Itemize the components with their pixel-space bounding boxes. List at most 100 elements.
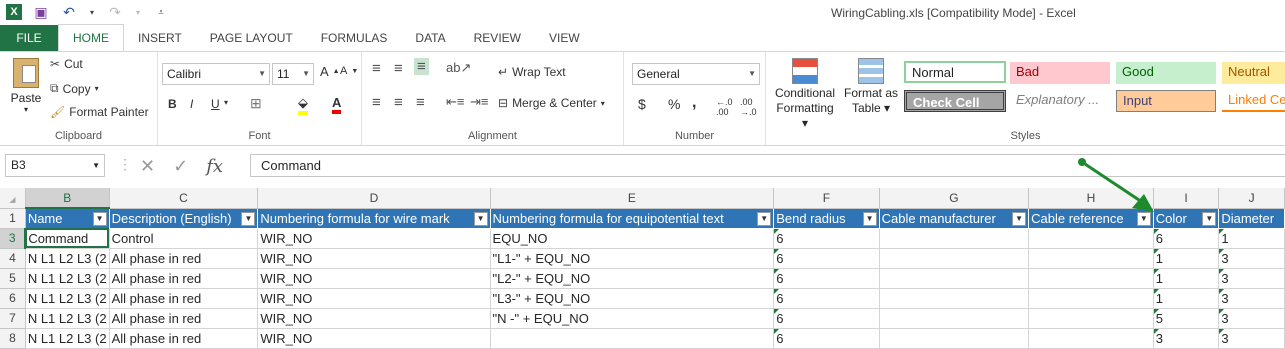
cell[interactable]: 3	[1218, 328, 1285, 349]
cell[interactable]	[879, 248, 1030, 269]
format-painter-button[interactable]: 🖌 Format Painter	[50, 105, 149, 119]
cell-b3[interactable]: Command	[25, 228, 110, 249]
increase-indent-icon[interactable]: ⇥≡	[470, 94, 488, 110]
name-box[interactable]: B3 ▼	[5, 154, 105, 177]
cell[interactable]	[1028, 268, 1154, 289]
cell[interactable]: 3	[1218, 268, 1285, 289]
style-explanatory[interactable]: Explanatory ...	[1010, 90, 1110, 112]
cell[interactable]: 1	[1218, 228, 1285, 249]
cell[interactable]	[490, 328, 775, 349]
filter-dropdown-icon[interactable]: ▼	[1202, 211, 1217, 226]
column-header-d[interactable]: D	[257, 188, 491, 209]
row-header-4[interactable]: 4	[0, 248, 26, 269]
cell[interactable]: N L1 L2 L3 (2	[25, 268, 110, 289]
tab-home[interactable]: HOME	[58, 24, 124, 51]
cell[interactable]: "L1-" + EQU_NO	[490, 248, 775, 269]
copy-button[interactable]: ⧉ Copy ▾	[50, 81, 99, 96]
redo-icon[interactable]: ↷	[106, 3, 124, 21]
align-right-icon[interactable]: ≡	[416, 94, 425, 111]
cell[interactable]: WIR_NO	[257, 328, 491, 349]
cell[interactable]: WIR_NO	[257, 268, 491, 289]
font-name-combo[interactable]: Calibri ▼	[162, 63, 270, 85]
cell[interactable]: All phase in red	[109, 288, 259, 309]
column-header-f[interactable]: F	[773, 188, 880, 209]
decrease-indent-icon[interactable]: ⇤≡	[446, 94, 464, 110]
paste-button[interactable]: Paste ▾	[8, 58, 44, 114]
column-header-i[interactable]: I	[1153, 188, 1220, 209]
cell[interactable]: 1	[1153, 288, 1220, 309]
bottom-align-icon[interactable]: ≡	[414, 58, 429, 75]
cell[interactable]: 3	[1218, 248, 1285, 269]
increase-decimal-icon[interactable]: ←.0.00	[716, 97, 733, 117]
row-header-1[interactable]: 1	[0, 208, 26, 229]
style-normal[interactable]: Normal	[904, 61, 1006, 83]
decrease-font-button[interactable]: A ▼	[340, 65, 358, 77]
cell[interactable]: 6	[773, 288, 880, 309]
cell[interactable]	[1028, 288, 1154, 309]
style-linked-cell[interactable]: Linked Ce	[1222, 90, 1285, 112]
cell[interactable]: N L1 L2 L3 (2	[25, 328, 110, 349]
column-header-g[interactable]: G	[879, 188, 1030, 209]
header-cell-description[interactable]: Description (English) ▼	[109, 208, 259, 229]
cell[interactable]	[1028, 328, 1154, 349]
cell[interactable]	[1028, 248, 1154, 269]
header-cell-cable-manufacturer[interactable]: Cable manufacturer ▼	[879, 208, 1030, 229]
cell[interactable]: 5	[1153, 308, 1220, 329]
select-all-corner[interactable]: ◢	[0, 188, 26, 209]
style-neutral[interactable]: Neutral	[1222, 62, 1285, 84]
increase-font-button[interactable]: A ▲	[320, 64, 340, 79]
cell[interactable]: WIR_NO	[257, 308, 491, 329]
tab-file[interactable]: FILE	[0, 25, 58, 51]
cell[interactable]: 3	[1153, 328, 1220, 349]
filter-dropdown-icon[interactable]: ▼	[862, 211, 877, 226]
filter-dropdown-icon[interactable]: ▼	[92, 212, 107, 226]
cell[interactable]	[879, 288, 1030, 309]
column-header-e[interactable]: E	[490, 188, 775, 209]
cell[interactable]: WIR_NO	[257, 288, 491, 309]
cell[interactable]: Control	[109, 228, 259, 249]
comma-button[interactable]: ,	[692, 94, 696, 112]
style-good[interactable]: Good	[1116, 62, 1216, 84]
tab-insert[interactable]: INSERT	[124, 25, 196, 51]
cell[interactable]: 3	[1218, 308, 1285, 329]
cell[interactable]: 6	[1153, 228, 1220, 249]
top-align-icon[interactable]: ≡	[372, 60, 381, 77]
underline-button[interactable]: U	[211, 97, 220, 111]
cell[interactable]: 6	[773, 248, 880, 269]
cell[interactable]: N L1 L2 L3 (2	[25, 248, 110, 269]
header-cell-diameter[interactable]: Diameter	[1218, 208, 1285, 229]
cell[interactable]: EQU_NO	[490, 228, 775, 249]
tab-page-layout[interactable]: PAGE LAYOUT	[196, 25, 307, 51]
cell[interactable]: 6	[773, 268, 880, 289]
formula-bar-splitter-icon[interactable]: ⋮	[118, 156, 132, 173]
cell[interactable]: 1	[1153, 268, 1220, 289]
cell[interactable]: 6	[773, 228, 880, 249]
percent-button[interactable]: %	[668, 96, 680, 112]
header-cell-equipotential[interactable]: Numbering formula for equipotential text…	[490, 208, 775, 229]
cell[interactable]: "N -" + EQU_NO	[490, 308, 775, 329]
italic-button[interactable]: I	[190, 97, 193, 111]
cell[interactable]: 6	[773, 308, 880, 329]
undo-dropdown-icon[interactable]: ▾	[88, 3, 96, 21]
underline-dropdown-icon[interactable]: ▾	[224, 98, 228, 107]
style-bad[interactable]: Bad	[1010, 62, 1110, 84]
cell[interactable]: 6	[773, 328, 880, 349]
row-header-7[interactable]: 7	[0, 308, 26, 329]
customize-qat-icon[interactable]: ⩡	[152, 3, 170, 21]
tab-formulas[interactable]: FORMULAS	[307, 25, 402, 51]
orientation-icon[interactable]: ab↗	[446, 60, 471, 76]
cell[interactable]	[879, 228, 1030, 249]
format-as-table-button[interactable]: Format as Table ▾	[840, 58, 902, 116]
row-header-5[interactable]: 5	[0, 268, 26, 289]
cell[interactable]	[879, 308, 1030, 329]
cell[interactable]: N L1 L2 L3 (2	[25, 308, 110, 329]
font-color-button[interactable]: A	[332, 95, 342, 114]
undo-icon[interactable]: ↶	[60, 3, 78, 21]
decrease-decimal-icon[interactable]: .00 →.0	[740, 97, 757, 117]
conditional-formatting-button[interactable]: Conditional Formatting ▾	[772, 58, 838, 131]
cell[interactable]: All phase in red	[109, 308, 259, 329]
merge-center-button[interactable]: ⊟ Merge & Center ▾	[498, 96, 605, 110]
style-input[interactable]: Input	[1116, 90, 1216, 112]
enter-icon[interactable]: ✓	[173, 156, 188, 177]
column-header-c[interactable]: C	[109, 188, 259, 209]
